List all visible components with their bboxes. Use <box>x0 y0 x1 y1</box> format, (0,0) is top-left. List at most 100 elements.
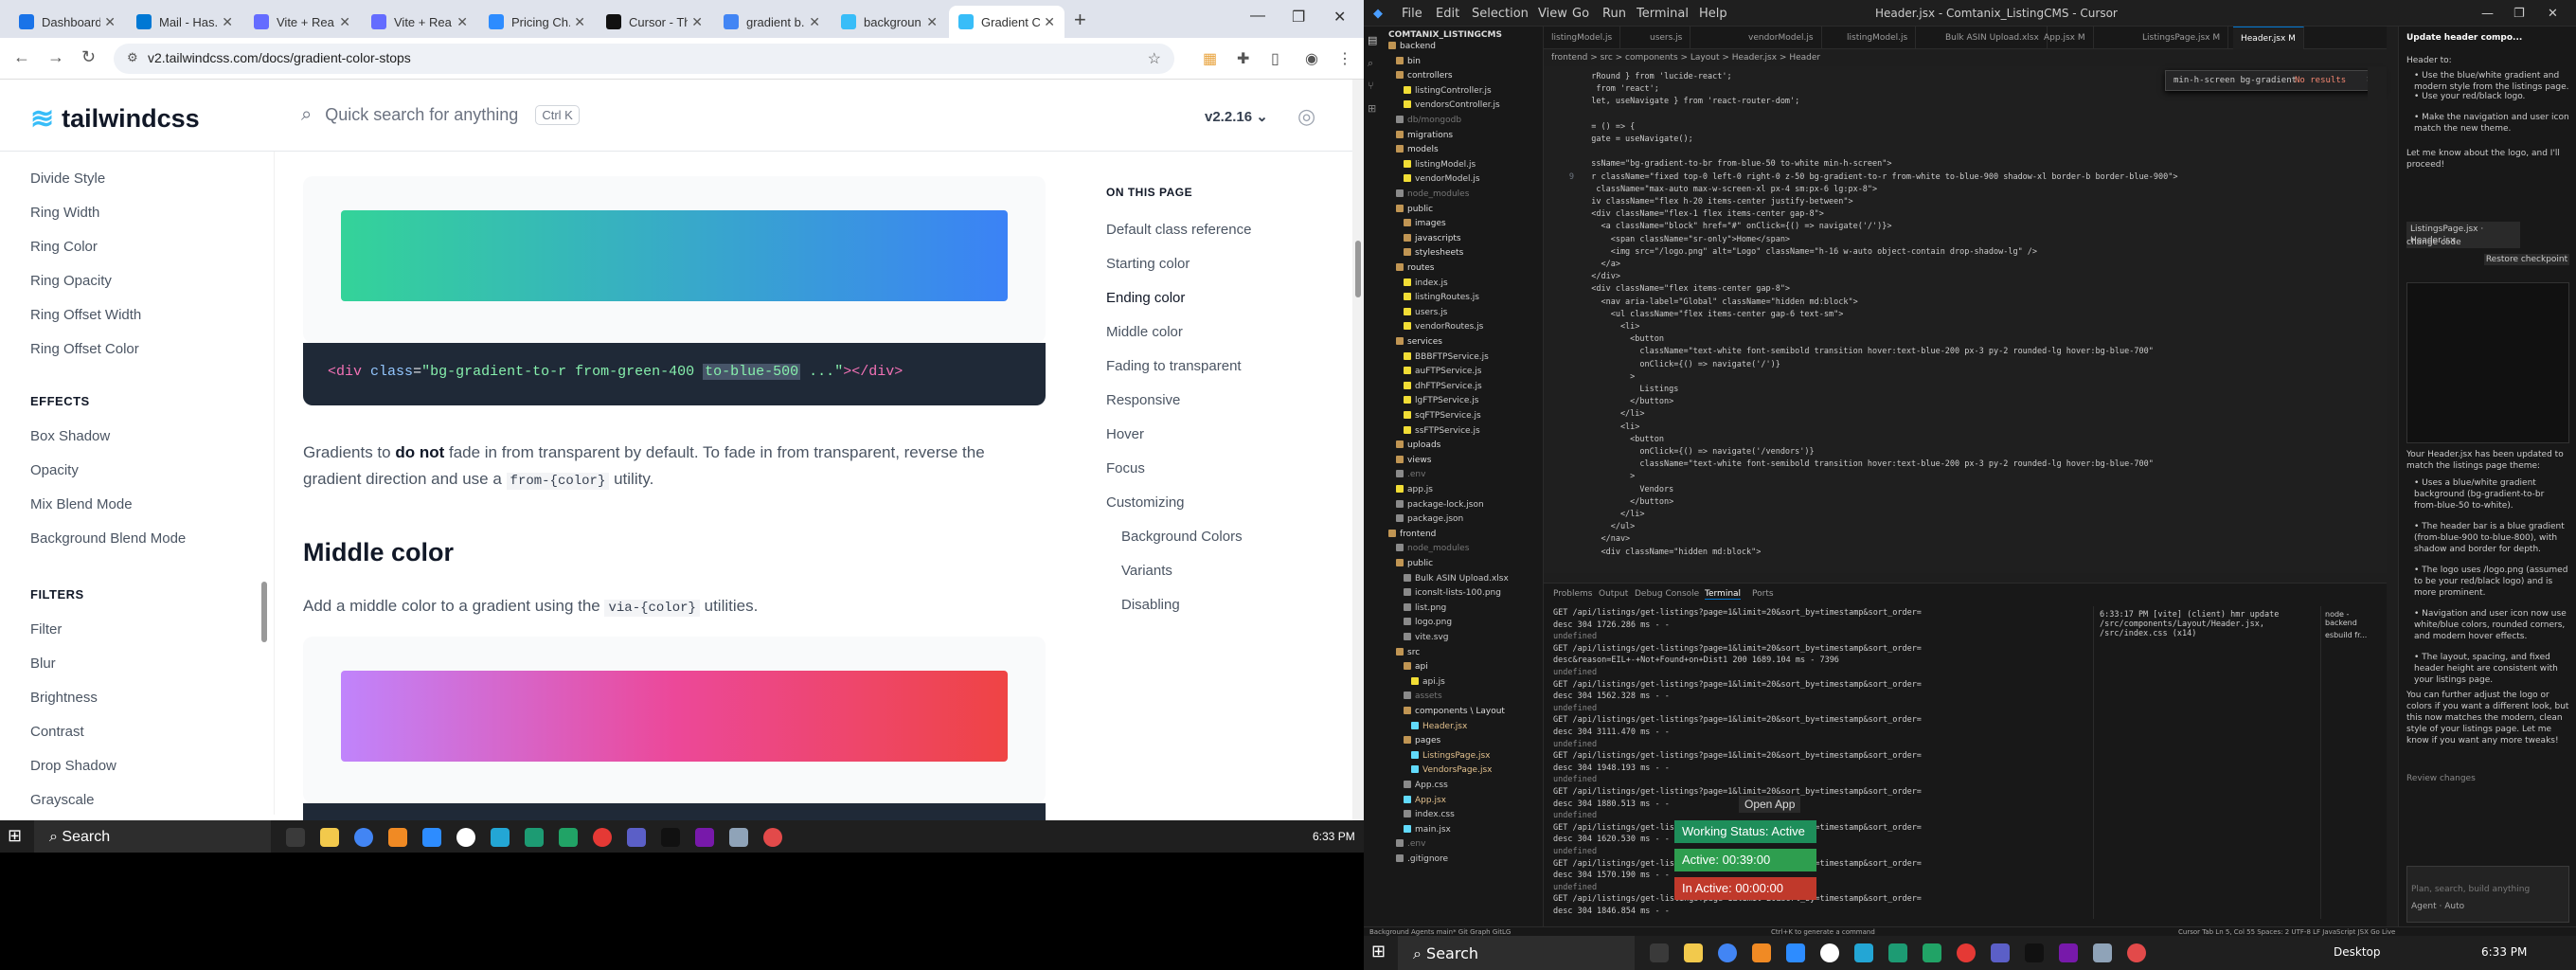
code-line[interactable]: <div className="flex items-center gap-8"… <box>1582 284 1790 294</box>
browser-tab[interactable]: backgroun... ✕ <box>832 6 947 38</box>
menu-view[interactable]: View <box>1538 7 1567 21</box>
file-item[interactable]: package-lock.json <box>1396 499 1484 510</box>
close-window-icon[interactable]: ✕ <box>2548 7 2558 21</box>
code-line[interactable]: from 'react'; <box>1582 84 1659 94</box>
toc-link[interactable]: Customizing <box>1106 494 1185 511</box>
file-item[interactable]: Header.jsx <box>1411 721 1467 731</box>
sidebar-item[interactable]: Box Shadow <box>30 428 110 444</box>
code-editor[interactable]: rRound } from 'lucide-react'; from 'reac… <box>1544 66 2387 573</box>
file-item[interactable]: list.png <box>1404 602 1446 613</box>
toc-link[interactable]: Ending color <box>1106 290 1185 306</box>
file-item[interactable]: VendorsPage.jsx <box>1411 765 1492 775</box>
file-item[interactable]: .env <box>1396 470 1425 479</box>
sidebar-item[interactable]: Mix Blend Mode <box>30 496 133 512</box>
reload-icon[interactable]: ↻ <box>81 47 96 67</box>
panel-tab-ports[interactable]: Ports <box>1752 589 1774 599</box>
app-icon-6[interactable] <box>2093 943 2112 962</box>
code-line[interactable]: </li> <box>1582 409 1645 419</box>
app-icon-5[interactable] <box>593 828 612 847</box>
file-explorer-icon[interactable] <box>320 828 339 847</box>
agent-mode-select[interactable]: Agent <box>2411 902 2437 911</box>
taskbar-clock[interactable]: 6:33 PM <box>1313 830 1355 843</box>
app-icon-3[interactable] <box>1854 943 1873 962</box>
breadcrumb[interactable]: frontend > src > components > Layout > H… <box>1544 49 2387 66</box>
desktop-toolbar[interactable]: Desktop <box>2334 945 2381 959</box>
app-icon-4[interactable] <box>1888 943 1907 962</box>
code-line[interactable]: <div className="hidden md:block"> <box>1582 548 1761 557</box>
heading-middle-color[interactable]: Middle color <box>303 538 454 567</box>
review-changes-button[interactable]: Review changes <box>2406 773 2569 784</box>
file-item[interactable]: vendorRoutes.js <box>1404 322 1483 332</box>
menu-run[interactable]: Run <box>1602 7 1626 21</box>
code-line[interactable]: gate = useNavigate(); <box>1582 135 1692 144</box>
close-window-icon[interactable]: ✕ <box>1333 8 1346 27</box>
tab-close-icon[interactable]: ✕ <box>222 14 233 30</box>
minimize-icon[interactable]: — <box>2481 7 2494 21</box>
file-item[interactable]: package.json <box>1396 514 1463 524</box>
code-line[interactable]: </nav> <box>1582 534 1630 544</box>
chat-input[interactable]: Plan, search, build anything Agent · Aut… <box>2406 866 2569 923</box>
code-line[interactable]: > <box>1582 472 1635 481</box>
sidebar-item[interactable]: Ring Offset Width <box>30 307 141 323</box>
folder-item[interactable]: components \ Layout <box>1404 707 1505 716</box>
onenote-icon[interactable] <box>695 828 714 847</box>
code-line[interactable]: className="text-white font-semibold tran… <box>1582 459 2153 469</box>
code-line[interactable]: r className="fixed top-0 left-0 right-0 … <box>1582 172 2177 182</box>
code-line[interactable]: <nav aria-label="Global" className="hidd… <box>1582 297 1857 307</box>
app-icon-2[interactable] <box>456 828 475 847</box>
chrome-icon[interactable] <box>1718 943 1737 962</box>
code-line[interactable]: let, useNavigate } from 'react-router-do… <box>1582 97 1799 106</box>
onenote-icon[interactable] <box>2059 943 2078 962</box>
menu-help[interactable]: Help <box>1699 7 1727 21</box>
file-item[interactable]: iconslt-lists-100.png <box>1404 588 1501 598</box>
file-item[interactable]: logo.png <box>1404 618 1452 627</box>
file-item[interactable]: api.js <box>1411 676 1445 687</box>
toc-link[interactable]: Middle color <box>1106 324 1183 340</box>
folder-item[interactable]: api <box>1404 662 1428 672</box>
file-item[interactable]: .env <box>1396 839 1425 849</box>
code-line[interactable]: rRound } from 'lucide-react'; <box>1582 72 1731 81</box>
minimap[interactable] <box>2368 66 2387 573</box>
panel-tab-terminal[interactable]: Terminal <box>1705 589 1742 600</box>
find-widget[interactable]: min-h-screen bg-gradient No results ✕ <box>2165 70 2383 91</box>
editor-tab[interactable]: listingModel.js <box>1544 27 1621 49</box>
task-view-icon[interactable] <box>286 828 305 847</box>
file-item[interactable]: BBBFTPService.js <box>1404 351 1489 362</box>
browser-tab[interactable]: gradient b... ✕ <box>714 6 830 38</box>
cursor-app-icon[interactable] <box>2025 943 2044 962</box>
sidebar-toggle-icon[interactable]: ▯ <box>1271 49 1279 68</box>
extensions-puzzle-icon[interactable]: ✚ <box>1237 49 1249 68</box>
file-item[interactable]: .gitignore <box>1396 854 1448 864</box>
version-select[interactable]: v2.2.16 ⌄ <box>1205 108 1268 125</box>
site-search-button[interactable]: ⌕ Quick search for anything Ctrl K <box>301 104 580 126</box>
code-line[interactable]: onClick={() => navigate('/')} <box>1582 360 1780 369</box>
folder-item[interactable]: migrations <box>1396 130 1453 140</box>
file-item[interactable]: vendorModel.js <box>1404 174 1480 184</box>
menu-selection[interactable]: Selection <box>1472 7 1529 21</box>
sidebar-item[interactable]: Ring Opacity <box>30 273 112 289</box>
browser-tab[interactable]: Dashboard ✕ <box>9 6 125 38</box>
model-select[interactable]: Auto <box>2444 902 2464 911</box>
terminal-session-item[interactable]: node - backend <box>2321 606 2387 631</box>
app-icon-7[interactable] <box>763 828 782 847</box>
source-control-icon[interactable]: ⑂ <box>1368 80 1374 92</box>
code-line[interactable]: <ul className="flex items-center gap-6 t… <box>1582 310 1844 319</box>
tab-close-icon[interactable]: ✕ <box>691 14 703 30</box>
sidebar-item[interactable]: Ring Offset Color <box>30 341 139 357</box>
tailwind-logo[interactable]: ≋ tailwindcss <box>30 102 200 135</box>
extension-icon[interactable]: ▦ <box>1203 49 1217 68</box>
panel-tab-problems[interactable]: Problems <box>1553 589 1592 599</box>
folder-item[interactable]: backend <box>1388 42 1436 51</box>
code-line[interactable]: <button <box>1582 334 1664 344</box>
code-line[interactable]: iv className="flex h-20 items-center jus… <box>1582 197 1852 207</box>
editor-tab[interactable]: users.js <box>1642 27 1691 49</box>
file-item[interactable]: listingModel.js <box>1404 159 1476 170</box>
panel-tab-output[interactable]: Output <box>1599 589 1628 599</box>
file-explorer-icon[interactable] <box>1684 943 1703 962</box>
taskbar-search[interactable]: ⌕ Search <box>1398 936 1635 970</box>
sidebar-item[interactable]: Background Blend Mode <box>30 530 186 547</box>
status-left[interactable]: Background Agents main* Git Graph GitLG <box>1369 928 1511 936</box>
code-line[interactable]: ssName="bg-gradient-to-br from-blue-50 t… <box>1582 159 1891 169</box>
tab-close-icon[interactable]: ✕ <box>574 14 585 30</box>
explorer-icon[interactable]: ▤ <box>1368 34 1377 46</box>
